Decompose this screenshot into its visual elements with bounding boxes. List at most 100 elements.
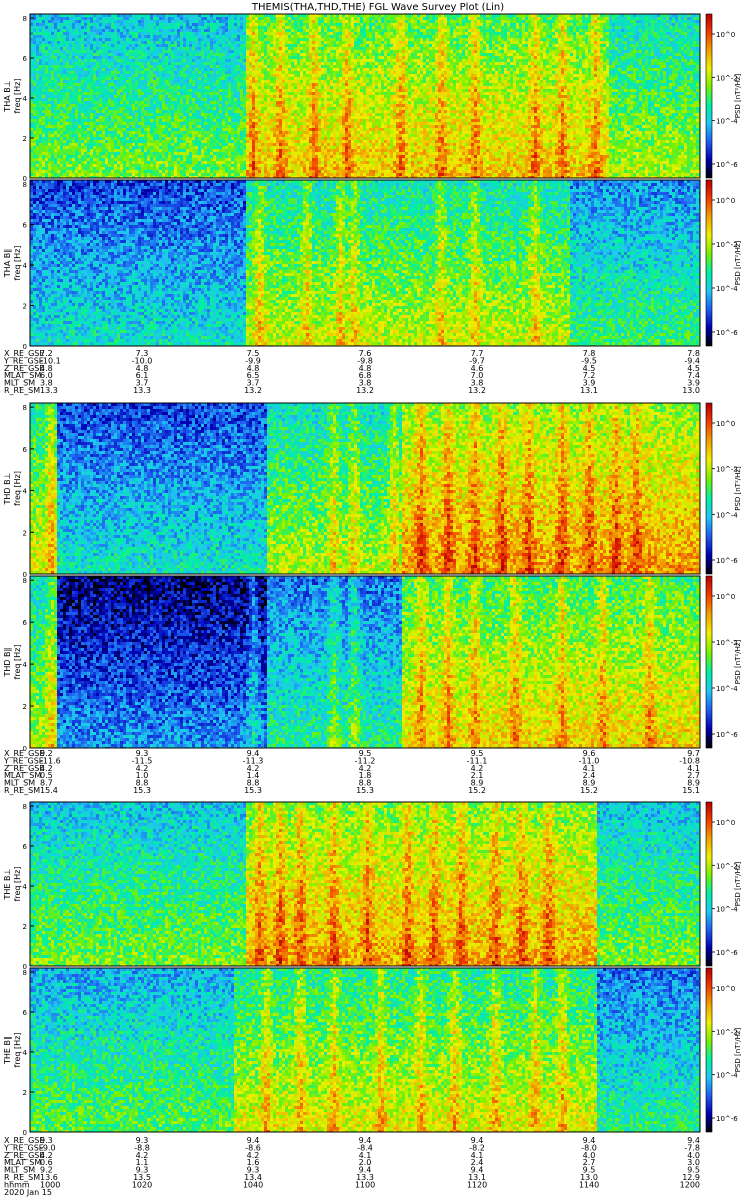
spectrogram-cell bbox=[144, 125, 147, 128]
spectrogram-cell bbox=[45, 110, 48, 113]
spectrogram-cell bbox=[45, 131, 48, 134]
spectrogram-cell bbox=[234, 116, 237, 119]
spectrogram-cell bbox=[174, 41, 177, 44]
spectrogram-cell bbox=[66, 38, 69, 41]
spectrogram-cell bbox=[267, 152, 270, 155]
spectrogram-cell bbox=[243, 50, 246, 53]
spectrogram-cell bbox=[192, 95, 195, 98]
spectrogram-cell bbox=[171, 77, 174, 80]
spectrogram-cell bbox=[177, 128, 180, 131]
spectrogram-cell bbox=[93, 74, 96, 77]
spectrogram-cell bbox=[51, 116, 54, 119]
spectrogram-cell bbox=[258, 83, 261, 86]
spectrogram-cell bbox=[147, 23, 150, 26]
spectrogram-cell bbox=[36, 26, 39, 29]
spectrogram-cell bbox=[255, 107, 258, 110]
spectrogram-cell bbox=[138, 119, 141, 122]
spectrogram-cell bbox=[273, 155, 276, 158]
spectrogram-cell bbox=[186, 116, 189, 119]
spectrogram-cell bbox=[219, 101, 222, 104]
spectrogram-cell bbox=[213, 140, 216, 143]
spectrogram-cell bbox=[45, 143, 48, 146]
spectrogram-cell bbox=[243, 134, 246, 137]
spectrogram-cell bbox=[102, 92, 105, 95]
spectrogram-cell bbox=[90, 128, 93, 131]
spectrogram-cell bbox=[153, 89, 156, 92]
spectrogram-cell bbox=[219, 89, 222, 92]
spectrogram-cell bbox=[156, 98, 159, 101]
spectrogram-cell bbox=[162, 56, 165, 59]
spectrogram-cell bbox=[207, 32, 210, 35]
spectrogram-cell bbox=[216, 71, 219, 74]
spectrogram-cell bbox=[231, 128, 234, 131]
spectrogram-cell bbox=[285, 89, 288, 92]
spectrogram-cell bbox=[174, 143, 177, 146]
spectrogram-cell bbox=[132, 95, 135, 98]
spectrogram-cell bbox=[198, 26, 201, 29]
spectrogram-cell bbox=[105, 110, 108, 113]
spectrogram-cell bbox=[243, 83, 246, 86]
spectrogram-cell bbox=[138, 125, 141, 128]
spectrogram-cell bbox=[279, 86, 282, 89]
spectrogram-cell bbox=[291, 26, 294, 29]
spectrogram-cell bbox=[189, 65, 192, 68]
spectrogram-cell bbox=[45, 149, 48, 152]
spectrogram-cell bbox=[141, 68, 144, 71]
spectrogram-cell bbox=[132, 164, 135, 167]
spectrogram-cell bbox=[222, 50, 225, 53]
spectrogram-cell bbox=[183, 50, 186, 53]
spectrogram-cell bbox=[144, 137, 147, 140]
spectrogram-cell bbox=[126, 62, 129, 65]
spectrogram-cell bbox=[192, 104, 195, 107]
spectrogram-cell bbox=[180, 122, 183, 125]
spectrogram-cell bbox=[234, 74, 237, 77]
spectrogram-cell bbox=[201, 68, 204, 71]
spectrogram-cell bbox=[180, 161, 183, 164]
spectrogram-cell bbox=[294, 38, 297, 41]
spectrogram-cell bbox=[189, 77, 192, 80]
spectrogram-cell bbox=[105, 104, 108, 107]
spectrogram-cell bbox=[255, 149, 258, 152]
spectrogram-cell bbox=[234, 59, 237, 62]
spectrogram-cell bbox=[225, 86, 228, 89]
spectrogram-cell bbox=[261, 167, 264, 170]
spectrogram-cell bbox=[138, 161, 141, 164]
spectrogram-cell bbox=[72, 119, 75, 122]
spectrogram-cell bbox=[105, 95, 108, 98]
spectrogram-cell bbox=[177, 41, 180, 44]
spectrogram-cell bbox=[210, 56, 213, 59]
spectrogram-cell bbox=[252, 20, 255, 23]
spectrogram-cell bbox=[210, 68, 213, 71]
spectrogram-cell bbox=[165, 122, 168, 125]
spectrogram-cell bbox=[222, 47, 225, 50]
spectrogram-cell bbox=[75, 155, 78, 158]
spectrogram-cell bbox=[138, 53, 141, 56]
spectrogram-cell bbox=[132, 41, 135, 44]
spectrogram-cell bbox=[237, 86, 240, 89]
spectrogram-cell bbox=[99, 77, 102, 80]
spectrogram-cell bbox=[210, 167, 213, 170]
spectrogram-cell bbox=[228, 164, 231, 167]
spectrogram-cell bbox=[252, 146, 255, 149]
spectrogram-cell bbox=[243, 23, 246, 26]
spectrogram-cell bbox=[63, 47, 66, 50]
spectrogram-cell bbox=[243, 119, 246, 122]
spectrogram-cell bbox=[156, 80, 159, 83]
spectrogram-cell bbox=[180, 107, 183, 110]
spectrogram-cell bbox=[57, 161, 60, 164]
spectrogram-cell bbox=[246, 32, 249, 35]
spectrogram-cell bbox=[129, 71, 132, 74]
spectrogram-cell bbox=[267, 62, 270, 65]
spectrogram-cell bbox=[120, 38, 123, 41]
spectrogram-cell bbox=[126, 86, 129, 89]
spectrogram-cell bbox=[102, 86, 105, 89]
spectrogram-cell bbox=[276, 35, 279, 38]
spectrogram-cell bbox=[108, 23, 111, 26]
spectrogram-cell bbox=[282, 98, 285, 101]
spectrogram-cell bbox=[159, 77, 162, 80]
spectrogram-cell bbox=[210, 47, 213, 50]
spectrogram-cell bbox=[246, 65, 249, 68]
spectrogram-cell bbox=[228, 119, 231, 122]
spectrogram-cell bbox=[249, 68, 252, 71]
spectrogram-cell bbox=[291, 173, 294, 176]
